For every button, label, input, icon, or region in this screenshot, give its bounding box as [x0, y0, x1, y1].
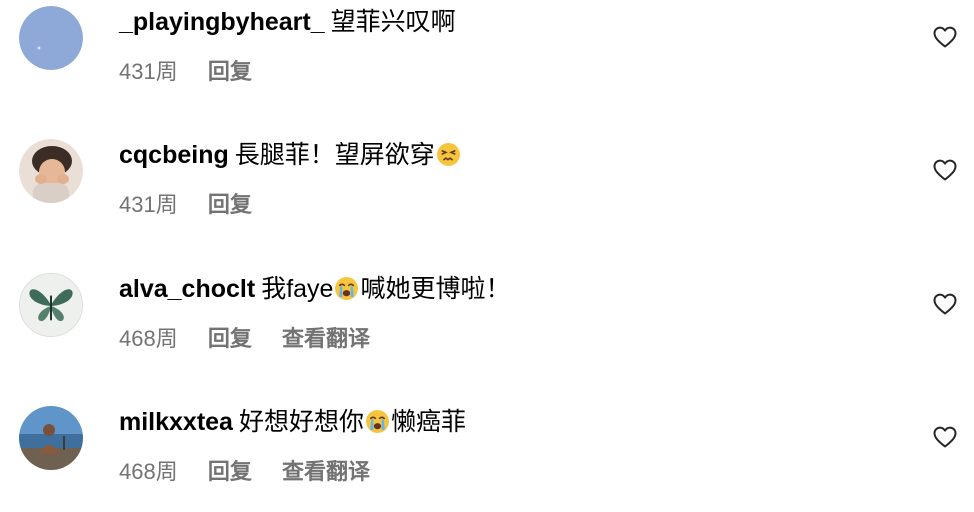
- reply-button[interactable]: 回复: [208, 54, 252, 90]
- comment-age: 468周: [119, 459, 178, 484]
- comment-text: 好想好想你: [238, 408, 364, 436]
- avatar[interactable]: [19, 6, 83, 70]
- comment-meta: 468周 回复 查看翻译: [119, 321, 394, 357]
- comment-line: milkxxtea 好想好想你 懒癌菲: [119, 402, 466, 442]
- avatar[interactable]: [19, 139, 83, 203]
- comment-item: milkxxtea 好想好想你 懒癌菲 468周 回复 查看翻译: [0, 402, 974, 512]
- comment-username[interactable]: cqcbeing: [119, 141, 229, 169]
- comment-line: cqcbeing 長腿菲！望屏欲穿: [119, 135, 462, 175]
- comments-list: _playingbyheart_ 望菲兴叹啊 431周 回复 cqcbeing 長腿…: [0, 0, 974, 500]
- comment-username[interactable]: milkxxtea: [119, 408, 233, 436]
- comment-age: 431周: [119, 192, 178, 217]
- crying-face-icon: [366, 410, 389, 433]
- heart-icon[interactable]: [933, 426, 957, 448]
- heart-icon[interactable]: [933, 26, 957, 48]
- avatar[interactable]: [19, 406, 83, 470]
- comment-meta: 431周 回复: [119, 187, 276, 223]
- comment-text: 望菲兴叹啊: [330, 8, 456, 36]
- comment-text: 長腿菲！望屏欲穿: [234, 141, 435, 169]
- avatar[interactable]: [19, 273, 83, 337]
- comment-text-after: 喊她更博啦！: [360, 275, 511, 303]
- confounded-face-icon: [436, 143, 460, 166]
- comment-item: alva_choclt 我faye 喊她更博啦！ 468周 回复 查看翻译: [0, 269, 974, 379]
- profile-photo: [19, 139, 83, 203]
- see-translation-button[interactable]: 查看翻译: [282, 454, 370, 490]
- heart-icon[interactable]: [933, 293, 957, 315]
- comment-text: 我faye: [261, 275, 334, 303]
- heart-icon[interactable]: [933, 159, 957, 181]
- comment-item: _playingbyheart_ 望菲兴叹啊 431周 回复: [0, 2, 974, 112]
- reply-button[interactable]: 回复: [208, 187, 252, 223]
- crying-face-icon: [335, 277, 359, 300]
- comment-meta: 431周 回复: [119, 54, 276, 90]
- comment-age: 468周: [119, 326, 178, 351]
- comment-text-after: 懒癌菲: [390, 408, 466, 436]
- comment-meta: 468周 回复 查看翻译: [119, 454, 394, 490]
- profile-photo: [19, 406, 83, 470]
- comment-username[interactable]: _playingbyheart_: [119, 8, 325, 36]
- see-translation-button[interactable]: 查看翻译: [282, 321, 370, 357]
- comment-username[interactable]: alva_choclt: [119, 275, 255, 303]
- comment-age: 431周: [119, 59, 178, 84]
- comment-line: _playingbyheart_ 望菲兴叹啊: [119, 2, 456, 42]
- comment-item: cqcbeing 長腿菲！望屏欲穿 431周 回复: [0, 135, 974, 245]
- profile-photo: [20, 274, 82, 336]
- reply-button[interactable]: 回复: [208, 321, 252, 357]
- comment-line: alva_choclt 我faye 喊她更博啦！: [119, 269, 510, 309]
- reply-button[interactable]: 回复: [208, 454, 252, 490]
- default-avatar-icon: [19, 6, 83, 70]
